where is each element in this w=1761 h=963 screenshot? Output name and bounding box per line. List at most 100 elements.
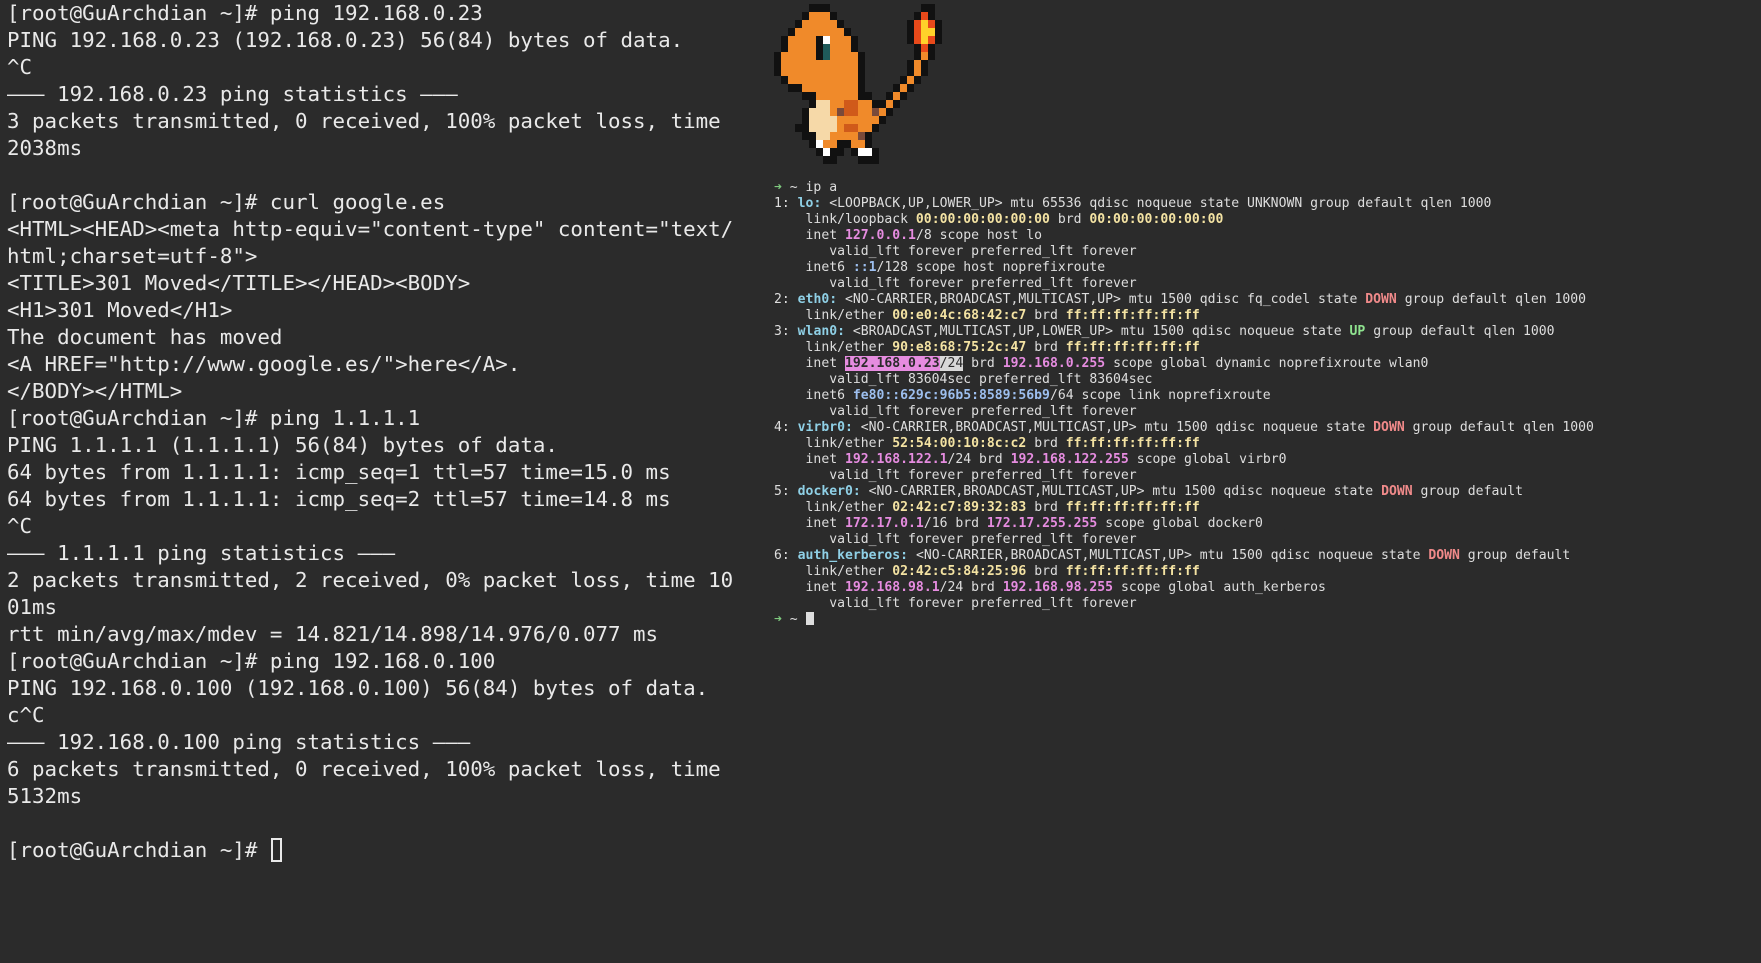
sprite-pixel (802, 76, 809, 84)
sprite-pixel (809, 4, 816, 12)
text-cursor-icon[interactable] (270, 838, 282, 862)
sprite-pixel (851, 68, 858, 76)
sprite-pixel (781, 76, 788, 84)
sprite-pixel (837, 100, 844, 108)
terminal-line: [root@GuArchdian ~]# ping 1.1.1.1 (7, 406, 421, 430)
final-prompt-line[interactable]: ➜ ~ (774, 612, 1594, 628)
sprite-pixel (914, 60, 921, 68)
broadcast-address: 172.17.255.255 (986, 516, 1098, 531)
lifetime-line: valid_lft forever preferred_lft forever (774, 468, 1594, 484)
sprite-pixel (907, 84, 914, 92)
sprite-pixel (809, 20, 816, 28)
sprite-pixel (830, 44, 837, 52)
inet-line: inet 192.168.122.1/24 brd 192.168.122.25… (774, 452, 1594, 468)
sprite-pixel (858, 108, 865, 116)
sprite-pixel (907, 68, 914, 76)
sprite-pixel (844, 60, 851, 68)
sprite-pixel (928, 28, 935, 36)
sprite-pixel (823, 124, 830, 132)
ipv6-address: fe80::629c:96b5:8589:56b9 (852, 388, 1050, 403)
sprite-pixel (795, 28, 802, 36)
sprite-pixel (879, 100, 886, 108)
iface-tail: group default qlen 1000 (1310, 196, 1492, 211)
iface-state-badge: DOWN (1428, 548, 1460, 563)
sprite-pixel (900, 76, 907, 84)
sprite-pixel (837, 92, 844, 100)
broadcast-address: 192.168.98.255 (1002, 580, 1114, 595)
sprite-pixel (837, 124, 844, 132)
sprite-pixel (844, 36, 851, 44)
ipv4-address: 127.0.0.1 (844, 228, 916, 243)
link-type: link/ether (805, 308, 885, 323)
sprite-pixel (830, 60, 837, 68)
inet6-line: inet6 ::1/128 scope host noprefixroute (774, 260, 1594, 276)
terminal-line: 01ms (7, 595, 58, 619)
sprite-pixel (788, 36, 795, 44)
inet-line: inet 192.168.0.23/24 brd 192.168.0.255 s… (774, 356, 1594, 372)
terminal-line: [root@GuArchdian ~]# ping 192.168.0.100 (7, 649, 496, 673)
left-terminal-pane[interactable]: [root@GuArchdian ~]# ping 192.168.0.23 PI… (0, 0, 770, 963)
inet-scope: scope global dynamic noprefixroute wlan0 (1113, 356, 1429, 371)
sprite-pixel (928, 20, 935, 28)
inet-line: inet 127.0.0.1/8 scope host lo (774, 228, 1594, 244)
sprite-pixel (781, 68, 788, 76)
sprite-pixel (851, 148, 858, 156)
sprite-pixel (802, 60, 809, 68)
ipv4-address: 172.17.0.1 (844, 516, 924, 531)
sprite-pixel (858, 132, 865, 140)
sprite-pixel (830, 68, 837, 76)
terminal-line: PING 192.168.0.23 (192.168.0.23) 56(84) … (7, 28, 684, 52)
sprite-pixel (851, 108, 858, 116)
sprite-pixel (816, 148, 823, 156)
ipv4-address: 192.168.98.1 (844, 580, 940, 595)
terminal-line: ––– 1.1.1.1 ping statistics ––– (7, 541, 396, 565)
text-cursor-icon[interactable] (805, 612, 814, 625)
sprite-pixel (802, 116, 809, 124)
sprite-pixel (788, 52, 795, 60)
prompt-arrow-icon: ➜ (774, 180, 782, 195)
terminal-line: 64 bytes from 1.1.1.1: icmp_seq=1 ttl=57… (7, 460, 671, 484)
sprite-pixel (837, 140, 844, 148)
sprite-pixel (844, 84, 851, 92)
sprite-pixel (788, 76, 795, 84)
sprite-pixel (844, 132, 851, 140)
sprite-pixel (830, 76, 837, 84)
sprite-pixel (816, 68, 823, 76)
sprite-pixel (830, 116, 837, 124)
right-terminal-pane[interactable]: ➜ ~ ip a 1: lo: <LOOPBACK,UP,LOWER_UP> mt… (774, 0, 1761, 963)
sprite-pixel (837, 108, 844, 116)
sprite-pixel (823, 12, 830, 20)
terminal-prompt-line[interactable]: [root@GuArchdian ~]# (7, 837, 770, 864)
sprite-pixel (844, 140, 851, 148)
sprite-pixel (844, 116, 851, 124)
lifetime: valid_lft forever preferred_lft forever (829, 276, 1137, 291)
sprite-pixel (886, 108, 893, 116)
mac-address: 00:e0:4c:68:42:c7 (892, 308, 1027, 323)
sprite-pixel (816, 84, 823, 92)
sprite-pixel (823, 36, 830, 44)
ipv4-prefix: /16 (923, 516, 948, 531)
iface-flags: <NO-CARRIER,BROADCAST,MULTICAST,UP> mtu … (844, 292, 1358, 307)
sprite-pixel (823, 28, 830, 36)
sprite-pixel (928, 36, 935, 44)
iface-tail: group default qlen 1000 (1412, 420, 1594, 435)
ipv4-prefix: /24 (947, 452, 972, 467)
sprite-pixel (809, 124, 816, 132)
link-type: link/ether (805, 564, 885, 579)
iface-name: virbr0: (797, 420, 853, 435)
sprite-pixel (851, 124, 858, 132)
sprite-pixel (900, 92, 907, 100)
sprite-pixel (809, 92, 816, 100)
terminal-line: 64 bytes from 1.1.1.1: icmp_seq=2 ttl=57… (7, 487, 671, 511)
terminal-line: rtt min/avg/max/mdev = 14.821/14.898/14.… (7, 622, 659, 646)
inet6-scope: /64 scope link noprefixroute (1049, 388, 1271, 403)
sprite-pixel (802, 124, 809, 132)
sprite-pixel (837, 84, 844, 92)
iface-header-line: 4: virbr0: <NO-CARRIER,BROADCAST,MULTICA… (774, 420, 1594, 436)
sprite-pixel (837, 116, 844, 124)
iface-name: wlan0: (797, 324, 845, 339)
lifetime: valid_lft forever preferred_lft forever (829, 532, 1137, 547)
brd-label: brd (1034, 436, 1058, 451)
sprite-pixel (844, 100, 851, 108)
lifetime: valid_lft forever preferred_lft forever (829, 468, 1137, 483)
